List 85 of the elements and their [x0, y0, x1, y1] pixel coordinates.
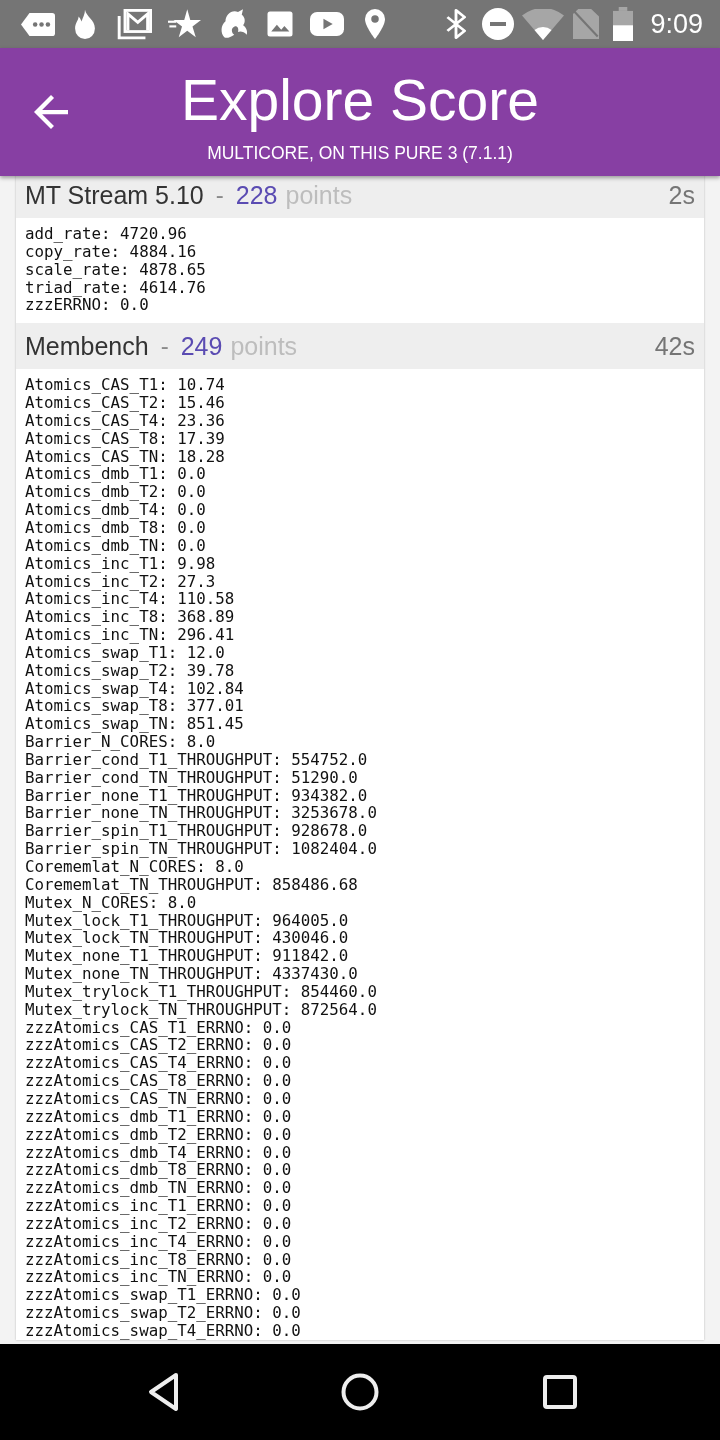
result-line: Atomics_dmb_T2: 0.0 [25, 483, 206, 502]
screen-title: Explore Score [181, 68, 539, 132]
benchmark-name: MT Stream 5.10 [25, 180, 204, 210]
result-line: Atomics_CAS_T4: 23.36 [25, 411, 225, 430]
result-line: Atomics_inc_T2: 27.3 [25, 572, 216, 591]
result-line: Mutex_trylock_T1_THROUGHPUT: 854460.0 [25, 982, 377, 1001]
result-line: zzzAtomics_inc_T4_ERRNO: 0.0 [25, 1232, 292, 1251]
result-line: zzzAtomics_inc_T2_ERRNO: 0.0 [25, 1214, 292, 1233]
result-line: Atomics_swap_T1: 12.0 [25, 643, 225, 662]
result-line: Barrier_none_TN_THROUGHPUT: 3253678.0 [25, 804, 377, 823]
result-line: zzzAtomics_dmb_T1_ERRNO: 0.0 [25, 1107, 292, 1126]
result-line: Atomics_dmb_T4: 0.0 [25, 501, 206, 519]
result-line: zzzAtomics_CAS_T1_ERRNO: 0.0 [25, 1018, 292, 1037]
result-line: Atomics_inc_T1: 9.98 [25, 554, 216, 573]
no-sim-icon [573, 9, 600, 39]
result-line: Barrier_spin_TN_THROUGHPUT: 1082404.0 [25, 840, 377, 858]
result-line: Barrier_spin_T1_THROUGHPUT: 928678.0 [25, 822, 368, 841]
do-not-disturb-icon [482, 8, 515, 40]
result-line: zzzAtomics_dmb_T4_ERRNO: 0.0 [25, 1143, 292, 1162]
result-line: zzzAtomics_CAS_T8_ERRNO: 0.0 [25, 1072, 292, 1090]
result-line: Corememlat_N_CORES: 8.0 [25, 858, 244, 876]
result-line: Mutex_none_T1_THROUGHPUT: 911842.0 [25, 947, 349, 966]
result-line: Atomics_swap_T2: 39.78 [25, 661, 235, 680]
result-line: Atomics_dmb_TN: 0.0 [25, 536, 206, 555]
image-icon [265, 9, 295, 39]
result-line: zzzAtomics_CAS_T2_ERRNO: 0.0 [25, 1036, 292, 1055]
duration-text: 2s [668, 180, 695, 210]
bluetooth-icon [446, 9, 467, 39]
result-line: zzzAtomics_dmb_TN_ERRNO: 0.0 [25, 1179, 292, 1198]
result-line: scale_rate: 4878.65 [25, 260, 206, 279]
result-line: Barrier_cond_TN_THROUGHPUT: 51290.0 [25, 768, 358, 787]
clock-time: 9:09 [650, 8, 703, 40]
location-pin-icon [365, 9, 385, 39]
result-line: Atomics_swap_T8: 377.01 [25, 697, 244, 716]
result-line: Atomics_dmb_T8: 0.0 [25, 518, 206, 537]
back-icon[interactable] [148, 1372, 180, 1412]
battery-icon [613, 7, 634, 41]
result-line: zzzAtomics_CAS_TN_ERRNO: 0.0 [25, 1089, 292, 1108]
result-line: zzzERRNO: 0.0 [25, 296, 149, 315]
result-line: zzzAtomics_swap_T4_ERRNO: 0.0 [25, 1321, 301, 1340]
result-line: zzzAtomics_CAS_T4_ERRNO: 0.0 [25, 1054, 292, 1073]
result-line: zzzAtomics_inc_T1_ERRNO: 0.0 [25, 1197, 292, 1215]
title-separator: - [215, 181, 224, 209]
result-line: Mutex_lock_TN_THROUGHPUT: 430046.0 [25, 929, 349, 948]
result-line: Atomics_inc_T4: 110.58 [25, 590, 235, 609]
result-line: zzzAtomics_swap_T2_ERRNO: 0.0 [25, 1304, 301, 1322]
points-value: 228 [235, 180, 278, 210]
star-icon [168, 8, 201, 40]
result-line: Barrier_none_T1_THROUGHPUT: 934382.0 [25, 786, 368, 805]
result-line: Mutex_none_TN_THROUGHPUT: 4337430.0 [25, 965, 358, 983]
result-line: Barrier_cond_T1_THROUGHPUT: 554752.0 [25, 750, 368, 769]
result-line: Atomics_inc_T8: 368.89 [25, 608, 235, 627]
result-line: zzzAtomics_dmb_T8_ERRNO: 0.0 [25, 1161, 292, 1180]
result-line: Atomics_swap_T4: 102.84 [25, 679, 244, 698]
result-line: Mutex_N_CORES: 8.0 [25, 893, 197, 912]
result-line: Atomics_dmb_T1: 0.0 [25, 465, 206, 484]
result-line: copy_rate: 4884.16 [25, 242, 197, 261]
mail-icon [117, 8, 152, 40]
screen-subtitle: MULTICORE, ON THIS PURE 3 (7.1.1) [207, 142, 513, 164]
title-separator: - [160, 332, 169, 361]
result-line: Mutex_lock_T1_THROUGHPUT: 964005.0 [25, 911, 349, 930]
result-line: zzzAtomics_inc_TN_ERRNO: 0.0 [25, 1268, 292, 1287]
home-icon[interactable] [341, 1373, 379, 1411]
result-line: Corememlat_TN_THROUGHPUT: 858486.68 [25, 875, 358, 894]
result-line: Atomics_swap_TN: 851.45 [25, 715, 244, 734]
result-line: Atomics_inc_TN: 296.41 [25, 626, 235, 644]
result-line: zzzAtomics_dmb_T2_ERRNO: 0.0 [25, 1125, 292, 1144]
tag-dots-icon [21, 12, 55, 36]
benchmark-name: Membench [25, 331, 149, 361]
result-line: zzzAtomics_swap_T1_ERRNO: 0.0 [25, 1286, 301, 1305]
back-arrow-icon[interactable] [34, 95, 68, 129]
result-line: Atomics_CAS_T1: 10.74 [25, 376, 225, 395]
wifi-icon [522, 8, 565, 40]
result-line: Atomics_CAS_T8: 17.39 [25, 429, 225, 448]
result-line: add_rate: 4720.96 [25, 225, 187, 243]
result-line: Barrier_N_CORES: 8.0 [25, 733, 216, 751]
result-line: Atomics_CAS_T2: 15.46 [25, 394, 225, 412]
play-icon [310, 12, 344, 36]
result-line: Atomics_CAS_TN: 18.28 [25, 447, 225, 466]
result-line: triad_rate: 4614.76 [25, 278, 206, 297]
points-value: 249 [180, 331, 223, 361]
recents-icon[interactable] [543, 1375, 577, 1409]
duration-text: 42s [654, 331, 695, 361]
result-line: zzzAtomics_inc_T8_ERRNO: 0.0 [25, 1250, 292, 1269]
result-line: Mutex_trylock_TN_THROUGHPUT: 872564.0 [25, 1000, 377, 1019]
